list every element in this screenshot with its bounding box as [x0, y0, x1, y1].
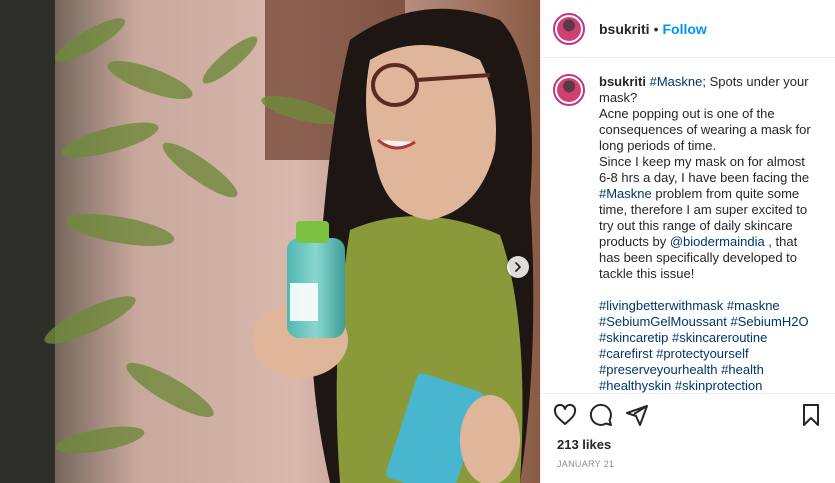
heart-icon[interactable] — [553, 403, 577, 427]
caption-avatar[interactable] — [553, 74, 585, 106]
avatar-image — [557, 16, 581, 41]
caption: bsukriti #Maskne; Spots under your mask?… — [599, 74, 814, 393]
hashtag[interactable]: #SebiumGelMoussant — [599, 314, 727, 329]
caption-text-2: Acne popping out is one of the consequen… — [599, 106, 811, 153]
like-count[interactable]: 213 likes — [541, 435, 835, 455]
carousel-next-button[interactable] — [507, 256, 529, 278]
caption-username[interactable]: bsukriti — [599, 74, 646, 89]
mention-biodermaindia[interactable]: @biodermaindia — [670, 234, 765, 249]
hashtag[interactable]: #skincareroutine — [672, 330, 767, 345]
header-separator: • — [653, 20, 659, 37]
action-bar — [541, 393, 835, 435]
post-sidebar: bsukriti • Follow bsukriti #Maskne; Spot… — [540, 0, 835, 483]
post-date[interactable]: JANUARY 21 — [541, 459, 835, 483]
comments-section: bsukriti #Maskne; Spots under your mask?… — [541, 58, 835, 393]
photo-illustration — [0, 0, 540, 483]
header-username[interactable]: bsukriti — [599, 21, 650, 37]
post-header: bsukriti • Follow — [541, 0, 835, 58]
instagram-post: bsukriti • Follow bsukriti #Maskne; Spot… — [0, 0, 835, 483]
caption-line-1: bsukriti #Maskne; Spots under your mask? — [599, 74, 814, 106]
hashtag[interactable]: #protectyourself — [656, 346, 749, 361]
avatar[interactable] — [553, 12, 585, 45]
comment-icon[interactable] — [589, 403, 613, 427]
hashtag-maskne-2[interactable]: #Maskne — [599, 186, 652, 201]
caption-paragraph-3: Since I keep my mask on for almost 6-8 h… — [599, 154, 814, 282]
hashtag-maskne[interactable]: #Maskne — [650, 74, 703, 89]
hashtag[interactable]: #healthyskin — [599, 378, 671, 393]
hashtag[interactable]: #SebiumH2O — [731, 314, 809, 329]
post-photo[interactable] — [0, 0, 540, 483]
caption-avatar-image — [557, 78, 581, 102]
hashtag[interactable]: #skincaretip — [599, 330, 668, 345]
hashtag[interactable]: #health — [721, 362, 764, 377]
hashtag[interactable]: #skinprotection — [675, 378, 762, 393]
chevron-right-icon — [515, 262, 521, 272]
hashtag[interactable]: #carefirst — [599, 346, 652, 361]
hashtag[interactable]: #maskne — [727, 298, 780, 313]
hashtag[interactable]: #preserveyourhealth — [599, 362, 718, 377]
share-icon[interactable] — [625, 403, 649, 427]
caption-text-3: Since I keep my mask on for almost 6-8 h… — [599, 154, 810, 185]
follow-button[interactable]: Follow — [662, 21, 706, 37]
hashtag-list: #livingbetterwithmask #maskne #SebiumGel… — [599, 298, 814, 393]
bookmark-icon[interactable] — [799, 403, 823, 427]
hashtag[interactable]: #livingbetterwithmask — [599, 298, 723, 313]
